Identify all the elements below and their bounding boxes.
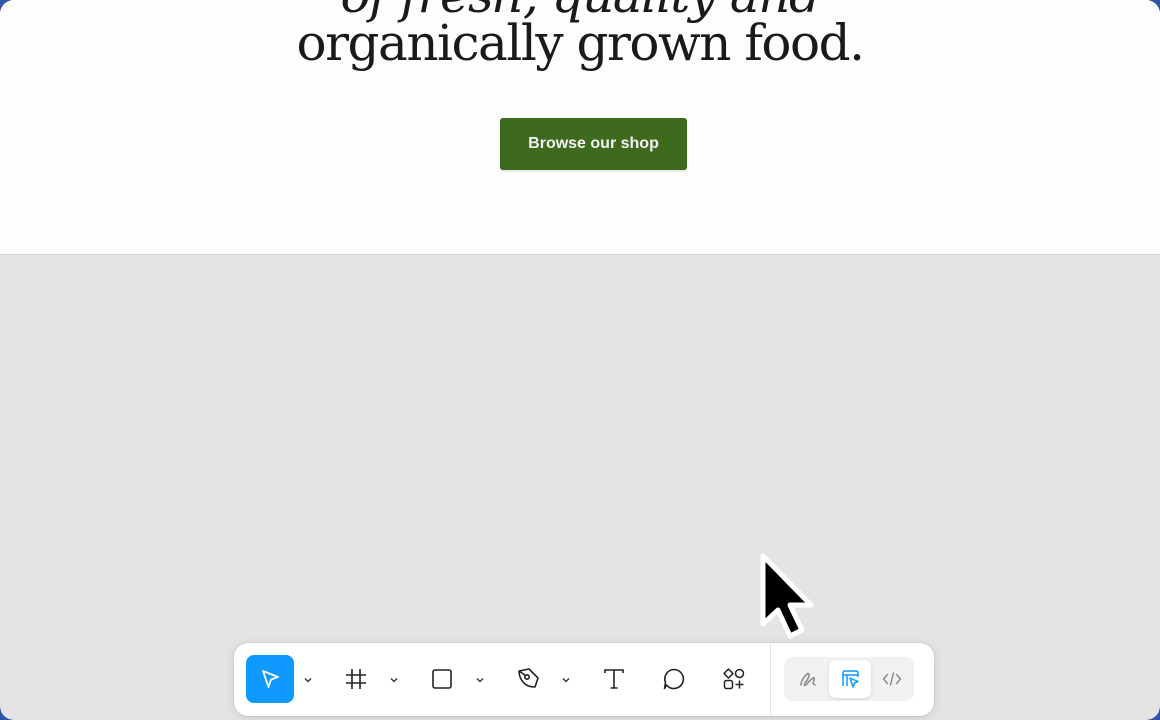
shape-tool-menu[interactable]	[473, 673, 487, 687]
pointer-icon	[262, 670, 279, 688]
frame-tool-menu[interactable]	[387, 673, 401, 687]
dev-mode-button[interactable]	[871, 660, 913, 698]
draw-icon	[800, 672, 816, 686]
pen-tool-menu[interactable]	[559, 673, 573, 687]
design-mode-button[interactable]	[829, 660, 871, 698]
code-icon	[882, 672, 902, 686]
headline-line-2: organically grown food.	[296, 14, 865, 72]
browse-shop-button[interactable]: Browse our shop	[500, 118, 687, 170]
toolbar-divider	[770, 643, 771, 716]
text-icon	[604, 669, 624, 689]
components-icon	[723, 668, 745, 690]
comment-icon	[663, 668, 685, 690]
move-tool-button[interactable]	[246, 655, 294, 703]
website-frame[interactable]: of fresh, quality and organically grown …	[0, 0, 1160, 255]
text-tool-button[interactable]	[590, 655, 638, 703]
chevron-down-icon	[476, 678, 484, 683]
bottom-toolbar	[234, 643, 934, 716]
design-icon	[842, 670, 859, 688]
pen-icon	[518, 668, 539, 688]
move-tool-menu[interactable]	[301, 673, 315, 687]
comment-tool-button[interactable]	[650, 655, 698, 703]
chevron-down-icon	[562, 678, 570, 683]
chevron-down-icon	[390, 678, 398, 683]
mouse-cursor-icon	[760, 553, 814, 639]
mode-switcher	[784, 657, 914, 701]
design-canvas[interactable]: of fresh, quality and organically grown …	[0, 0, 1160, 720]
frame-icon	[346, 669, 366, 689]
actions-tool-button[interactable]	[710, 655, 758, 703]
rectangle-icon	[432, 669, 452, 689]
pen-tool-button[interactable]	[504, 655, 552, 703]
chevron-down-icon	[304, 678, 312, 683]
shape-tool-button[interactable]	[418, 655, 466, 703]
frame-tool-button[interactable]	[332, 655, 380, 703]
draw-mode-button[interactable]	[787, 660, 829, 698]
